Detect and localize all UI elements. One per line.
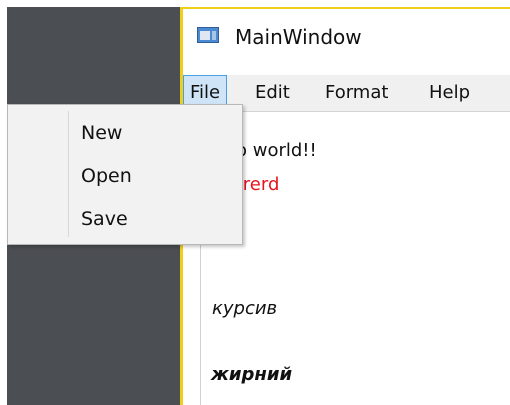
window-title: MainWindow <box>235 25 362 49</box>
file-menu-open[interactable]: Open <box>9 155 241 197</box>
editor-line-italic: курсив <box>212 298 278 319</box>
menu-format[interactable]: Format <box>319 75 394 111</box>
screen: MainWindow File Edit Format Help llo wor… <box>0 0 510 405</box>
file-menu-save[interactable]: Save <box>9 198 241 240</box>
app-window-icon <box>197 27 219 43</box>
title-bar[interactable]: MainWindow <box>183 9 510 65</box>
menu-help[interactable]: Help <box>423 75 476 111</box>
editor-line-bold-italic: жирний <box>211 364 293 385</box>
menu-edit[interactable]: Edit <box>249 75 296 111</box>
file-menu-new[interactable]: New <box>9 112 241 154</box>
file-menu-dropdown: New Open Save <box>7 104 243 245</box>
